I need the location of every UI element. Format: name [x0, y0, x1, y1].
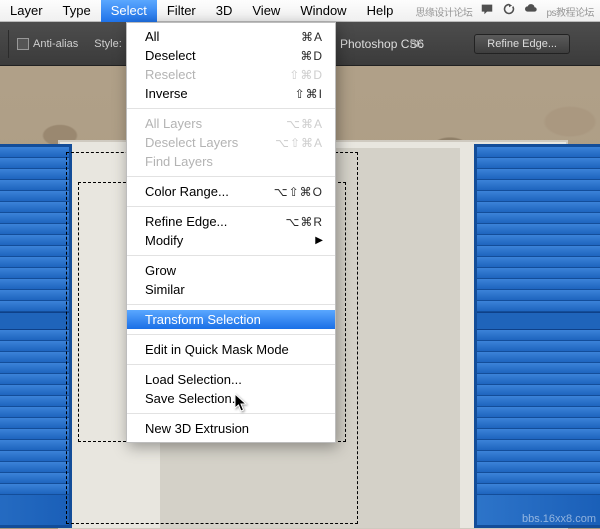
system-menubar: Layer Type Select Filter 3D View Window …: [0, 0, 600, 22]
sync-icon[interactable]: [502, 2, 516, 19]
menu-separator: [127, 304, 335, 305]
menu-item-label: Find Layers: [145, 154, 323, 169]
toolbar-separator: [8, 30, 9, 58]
menu-item-label: New 3D Extrusion: [145, 421, 323, 436]
menu-type[interactable]: Type: [53, 0, 101, 22]
menu-item-shortcut: ⇧⌘I: [295, 87, 323, 101]
menu-item-similar[interactable]: Similar: [127, 280, 335, 299]
menu-item-reselect: Reselect⇧⌘D: [127, 65, 335, 84]
menu-item-deselect-layers: Deselect Layers⌥⇧⌘A: [127, 133, 335, 152]
menu-separator: [127, 176, 335, 177]
shutter-left: [0, 144, 72, 528]
chat-icon[interactable]: [480, 2, 494, 19]
menu-item-shortcut: ⌥⇧⌘O: [274, 185, 323, 199]
menu-item-label: Load Selection...: [145, 372, 323, 387]
style-label: Style:: [94, 38, 122, 50]
menu-item-modify[interactable]: Modify ▶: [127, 231, 335, 250]
menu-item-label: Grow: [145, 263, 323, 278]
menu-item-label: Deselect Layers: [145, 135, 275, 150]
menu-item-all[interactable]: All⌘A: [127, 27, 335, 46]
menu-item-label: Transform Selection: [145, 312, 323, 327]
menu-item-shortcut: ⌥⇧⌘A: [275, 136, 323, 150]
refine-edge-button[interactable]: Refine Edge...: [474, 34, 570, 54]
menu-separator: [127, 364, 335, 365]
menu-item-label: Refine Edge...: [145, 214, 286, 229]
menu-item-edit-in-quick-mask-mode[interactable]: Edit in Quick Mask Mode: [127, 340, 335, 359]
watermark-right: ps教程论坛: [546, 4, 594, 18]
anti-alias-checkbox[interactable]: [17, 38, 29, 50]
menu-window[interactable]: Window: [290, 0, 356, 22]
menu-item-label: Color Range...: [145, 184, 274, 199]
menu-item-inverse[interactable]: Inverse⇧⌘I: [127, 84, 335, 103]
menu-item-shortcut: ⌥⌘R: [286, 215, 324, 229]
menu-filter[interactable]: Filter: [157, 0, 206, 22]
menu-item-refine-edge[interactable]: Refine Edge...⌥⌘R: [127, 212, 335, 231]
menu-separator: [127, 334, 335, 335]
menu-view[interactable]: View: [242, 0, 290, 22]
menu-select[interactable]: Select: [101, 0, 157, 22]
menu-item-shortcut: ⌘A: [301, 30, 323, 44]
shutter-right: [474, 144, 600, 528]
submenu-arrow-icon: ▶: [315, 235, 323, 246]
menu-item-all-layers: All Layers⌥⌘A: [127, 114, 335, 133]
menu-separator: [127, 108, 335, 109]
menu-item-label: Save Selection...: [145, 391, 323, 406]
menu-item-label: Deselect: [145, 48, 300, 63]
cloud-icon[interactable]: [524, 2, 538, 19]
menu-item-label: Similar: [145, 282, 323, 297]
menu-item-label: Reselect: [145, 67, 289, 82]
watermark-left: 思缘设计论坛: [415, 4, 472, 18]
menu-item-label: All: [145, 29, 301, 44]
menubar-right-icons: 思缘设计论坛 ps教程论坛: [415, 2, 600, 19]
menu-item-shortcut: ⌥⌘A: [286, 117, 323, 131]
menu-item-transform-selection[interactable]: Transform Selection: [127, 310, 335, 329]
menu-item-label: Edit in Quick Mask Mode: [145, 342, 323, 357]
menu-item-shortcut: ⌘D: [300, 49, 323, 63]
corner-watermark: bbs.16xx8.com: [522, 513, 596, 525]
menu-item-new-3d-extrusion[interactable]: New 3D Extrusion: [127, 419, 335, 438]
menu-item-shortcut: ⇧⌘D: [289, 68, 323, 82]
menu-separator: [127, 206, 335, 207]
menu-item-label: Inverse: [145, 86, 295, 101]
menu-item-grow[interactable]: Grow: [127, 261, 335, 280]
menu-item-find-layers: Find Layers: [127, 152, 335, 171]
menu-item-deselect[interactable]: Deselect⌘D: [127, 46, 335, 65]
height-label: ht:: [410, 38, 422, 50]
menu-layer[interactable]: Layer: [0, 0, 53, 22]
menu-3d[interactable]: 3D: [206, 0, 243, 22]
menu-separator: [127, 413, 335, 414]
menu-separator: [127, 255, 335, 256]
menu-item-color-range[interactable]: Color Range...⌥⇧⌘O: [127, 182, 335, 201]
select-menu-dropdown: All⌘ADeselect⌘DReselect⇧⌘DInverse⇧⌘IAll …: [126, 22, 336, 443]
anti-alias-label: Anti-alias: [33, 38, 78, 50]
menu-item-label: All Layers: [145, 116, 286, 131]
menu-item-load-selection[interactable]: Load Selection...: [127, 370, 335, 389]
menu-item-label: Modify: [145, 233, 311, 248]
menu-help[interactable]: Help: [357, 0, 404, 22]
menu-item-save-selection[interactable]: Save Selection...: [127, 389, 335, 408]
